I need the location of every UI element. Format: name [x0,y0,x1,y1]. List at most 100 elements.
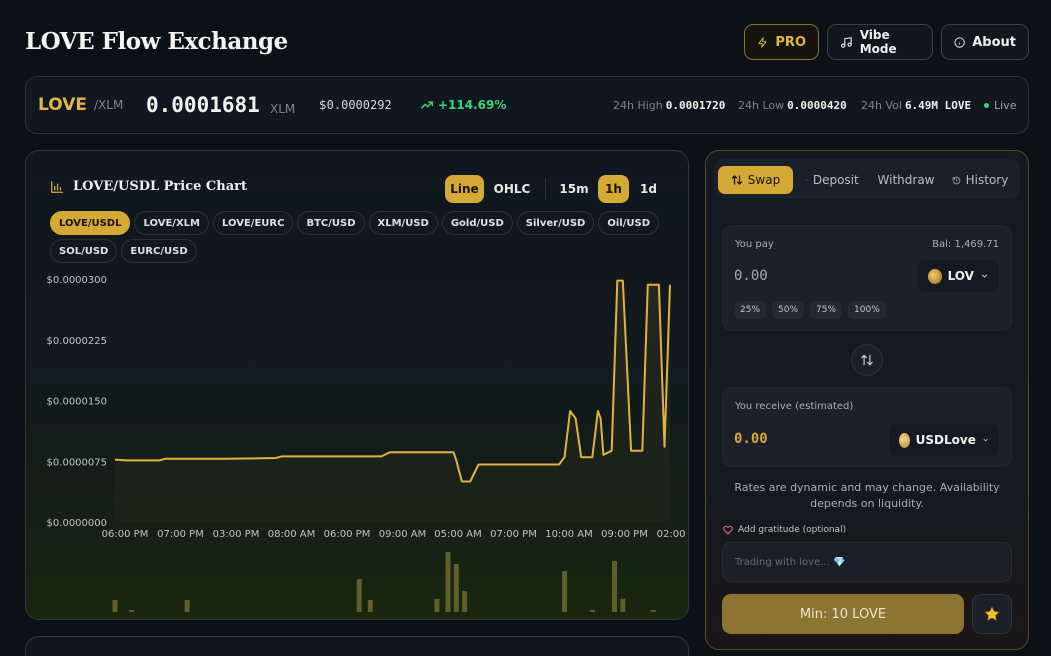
usd-price: $0.0000292 [319,77,392,133]
pair-chip[interactable]: SOL/USD [50,239,118,263]
pair-chip[interactable]: EURC/USD [121,239,197,263]
pro-button[interactable]: PRO [744,24,819,60]
tab-label: Deposit [812,173,859,187]
flip-direction-button[interactable] [851,344,883,376]
bar-chart-icon [51,180,63,193]
price-area [115,280,670,522]
pair-chip[interactable]: BTC/USD [297,211,365,235]
stat-label: 24h Vol [861,98,902,112]
volume-bar [620,598,626,612]
ticker-bar: LOVE /XLM 0.0001681 XLM $0.0000292 +114.… [25,76,1029,134]
pay-token-select[interactable]: LOV [918,260,999,292]
usd-value: 0.0000292 [326,98,392,112]
heart-icon [723,525,733,535]
rates-note: Rates are dynamic and may change. Availa… [734,481,1000,510]
percent-75-button[interactable]: 75% [810,301,843,319]
tab-label: Swap [747,173,781,187]
pay-token-label: LOV [947,269,974,283]
stat-24h-volume: 24h Vol 6.49M LOVE [861,77,971,133]
stat-value: 0.0000420 [787,98,847,112]
pair-chip[interactable]: LOVE/XLM [134,211,209,235]
mode-ohlc-button[interactable]: OHLC [490,175,534,203]
pro-label: PRO [775,34,806,50]
interval-1h-button[interactable]: 1h [598,175,629,203]
favorite-button[interactable] [972,594,1012,634]
swap-tabs: Swap · Deposit Withdraw History [714,159,1020,199]
swap-panel: Swap · Deposit Withdraw History You pay … [705,150,1029,650]
y-tick-label: $0.0000150 [47,397,107,408]
live-dot-icon [984,102,989,108]
volume-bar [562,571,568,612]
percent-50-button[interactable]: 50% [772,301,805,319]
pair-chip[interactable]: LOVE/EURC [212,211,294,235]
gratitude-label: Add gratitude (optional) [723,525,846,535]
pay-amount-input[interactable]: 0.00 [734,268,768,284]
volume-bar [184,600,190,612]
vibe-mode-button[interactable]: Vibe Mode [827,24,933,60]
vibe-mode-label: Vibe Mode [859,28,897,56]
app-title: LOVE Flow Exchange [25,28,288,55]
percent-25-button[interactable]: 25% [734,301,767,319]
price-line [114,279,671,483]
interval-1d-button[interactable]: 1d [635,175,662,203]
x-tick-label: 05:00 AM [434,529,481,540]
chart-title: LOVE/USDL Price Chart [73,179,247,194]
x-tick-label: 10:00 AM [545,529,592,540]
volume-bar [612,561,617,612]
price-chart-card: $0.0000000 $0.0000075 $0.0000150 $0.0000225… [25,150,689,620]
volume-bar [589,610,595,612]
x-tick-label: 07:00 PM [490,529,537,540]
tab-withdraw[interactable]: Withdraw [874,166,938,194]
gratitude-input[interactable] [722,542,1012,582]
x-tick-label: 09:00 AM [379,529,426,540]
tab-history[interactable]: History [948,166,1012,194]
change-value: +114.69% [438,98,507,112]
deposit-dot-icon: · [805,175,808,185]
music-note-icon [841,36,852,48]
pair-chip[interactable]: Silver/USD [516,211,595,235]
about-button[interactable]: About [941,24,1029,60]
tab-swap[interactable]: Swap [718,166,793,194]
volume-bar [112,600,118,612]
y-tick-label: $0.0000000 [47,518,107,529]
base-asset: LOVE [38,95,87,115]
price-unit: XLM [270,102,296,116]
stat-24h-high: 24h High 0.0001720 [613,77,725,133]
gratitude-label-text: Add gratitude (optional) [738,525,847,535]
pair-chip[interactable]: XLM/USD [368,211,438,235]
volume-bar [462,591,468,612]
trend-up-icon [421,101,433,109]
love-token-icon [928,268,942,284]
tab-label: Withdraw [877,173,935,187]
x-tick-label: 07:00 PM [157,529,204,540]
x-tick-label: 09:00 PM [601,529,648,540]
volume-bar [367,600,373,612]
secondary-card [25,636,689,656]
interval-15m-button[interactable]: 15m [558,175,590,203]
lightning-icon [758,36,767,48]
volume-bar [453,564,459,612]
pair-chip[interactable]: LOVE/USDL [50,211,131,235]
usd-prefix: $ [319,98,327,112]
percent-100-button[interactable]: 100% [848,301,886,319]
pair-chip[interactable]: Gold/USD [441,211,513,235]
balance[interactable]: Bal: 1,469.71 [932,239,999,250]
receive-box: You receive (estimated) 0.00 USDLove [722,387,1012,467]
receive-token-label: USDLove [915,433,976,447]
info-icon [954,36,965,48]
quote-asset: /XLM [94,98,124,112]
chevron-down-icon [981,274,988,278]
receive-token-select[interactable]: USDLove [889,424,999,456]
receive-label: You receive (estimated) [735,401,854,412]
pay-label: You pay [735,239,774,250]
x-tick-label: 03:00 PM [213,529,260,540]
stat-label: 24h Low [738,98,785,112]
receive-amount: 0.00 [734,431,768,447]
usdlove-token-icon [899,432,910,448]
pair-chip[interactable]: Oil/USD [598,211,659,235]
swap-submit-button[interactable]: Min: 10 LOVE [722,594,964,634]
volume-bar [356,579,362,612]
tab-deposit[interactable]: · Deposit [800,166,864,194]
mode-line-button[interactable]: Line [445,175,484,203]
about-label: About [972,34,1016,50]
